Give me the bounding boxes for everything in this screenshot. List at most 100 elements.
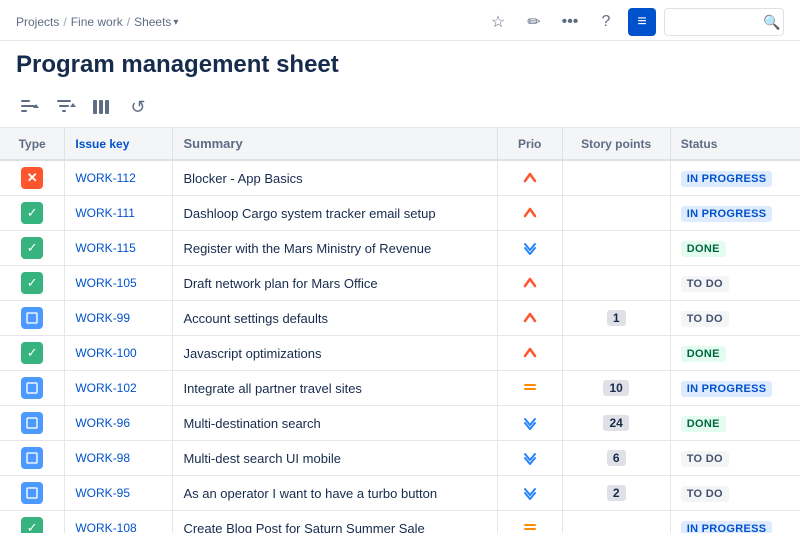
summary-cell: Integrate all partner travel sites — [173, 371, 497, 406]
status-badge: TO DO — [681, 276, 729, 292]
story-points-cell: 10 — [562, 371, 670, 406]
issue-key-cell[interactable]: WORK-111 — [65, 196, 173, 231]
top-right-actions: ☆ ✏ ••• ? ≡ 🔍 — [484, 8, 784, 36]
prio-cell — [497, 336, 562, 371]
status-cell: TO DO — [670, 266, 800, 301]
search-input[interactable] — [673, 15, 763, 29]
summary-cell: Create Blog Post for Saturn Summer Sale — [173, 511, 497, 534]
table-row[interactable]: WORK-102 Integrate all partner travel si… — [0, 371, 800, 406]
status-cell: IN PROGRESS — [670, 511, 800, 534]
summary-cell: Blocker - App Basics — [173, 160, 497, 196]
status-cell: DONE — [670, 406, 800, 441]
type-cell — [0, 301, 65, 336]
status-badge: DONE — [681, 346, 726, 362]
filter-icon[interactable] — [52, 93, 80, 121]
issue-key-cell[interactable]: WORK-102 — [65, 371, 173, 406]
table-body: ✕ WORK-112 Blocker - App Basics IN PROGR… — [0, 160, 800, 533]
table-header-row: Type Issue key Summary Prio Story points… — [0, 128, 800, 160]
prio-cell — [497, 441, 562, 476]
status-badge: TO DO — [681, 486, 729, 502]
col-story: Story points — [562, 128, 670, 160]
issue-key-cell[interactable]: WORK-99 — [65, 301, 173, 336]
prio-cell — [497, 406, 562, 441]
columns-icon[interactable] — [88, 93, 116, 121]
refresh-icon[interactable]: ↺ — [124, 93, 152, 121]
status-badge: IN PROGRESS — [681, 171, 773, 187]
table-row[interactable]: WORK-95 As an operator I want to have a … — [0, 476, 800, 511]
type-cell: ✓ — [0, 196, 65, 231]
summary-cell: Multi-destination search — [173, 406, 497, 441]
edit-icon[interactable]: ✏ — [520, 8, 548, 36]
table-row[interactable]: WORK-99 Account settings defaults 1 TO D… — [0, 301, 800, 336]
help-icon[interactable]: ? — [592, 8, 620, 36]
col-prio: Prio — [497, 128, 562, 160]
status-cell: DONE — [670, 231, 800, 266]
toolbar: ↺ — [0, 87, 800, 128]
breadcrumb: Projects / Fine work / Sheets ▾ — [16, 15, 178, 29]
table-row[interactable]: ✕ WORK-112 Blocker - App Basics IN PROGR… — [0, 160, 800, 196]
prio-cell — [497, 476, 562, 511]
breadcrumb-sep1: / — [63, 15, 66, 29]
table-wrapper: Type Issue key Summary Prio Story points… — [0, 128, 800, 533]
issue-key-cell[interactable]: WORK-96 — [65, 406, 173, 441]
prio-cell — [497, 371, 562, 406]
breadcrumb-projects[interactable]: Projects — [16, 15, 59, 29]
group-by-icon[interactable] — [16, 93, 44, 121]
story-points-cell — [562, 336, 670, 371]
issue-key-cell[interactable]: WORK-98 — [65, 441, 173, 476]
search-icon: 🔍 — [763, 14, 780, 31]
story-points-cell — [562, 266, 670, 301]
prio-cell — [497, 266, 562, 301]
issue-key-cell[interactable]: WORK-95 — [65, 476, 173, 511]
story-points-cell — [562, 160, 670, 196]
story-points-cell: 1 — [562, 301, 670, 336]
prio-cell — [497, 301, 562, 336]
table-row[interactable]: ✓ WORK-105 Draft network plan for Mars O… — [0, 266, 800, 301]
table-row[interactable]: ✓ WORK-111 Dashloop Cargo system tracker… — [0, 196, 800, 231]
star-icon[interactable]: ☆ — [484, 8, 512, 36]
status-cell: DONE — [670, 336, 800, 371]
table-row[interactable]: ✓ WORK-115 Register with the Mars Minist… — [0, 231, 800, 266]
prio-cell — [497, 160, 562, 196]
story-points-cell — [562, 511, 670, 534]
story-points-cell: 6 — [562, 441, 670, 476]
type-cell: ✕ — [0, 160, 65, 196]
col-type: Type — [0, 128, 65, 160]
search-box[interactable]: 🔍 — [664, 8, 784, 36]
status-badge: IN PROGRESS — [681, 206, 773, 222]
summary-cell: Dashloop Cargo system tracker email setu… — [173, 196, 497, 231]
type-cell — [0, 441, 65, 476]
table-row[interactable]: ✓ WORK-100 Javascript optimizations DONE — [0, 336, 800, 371]
table-row[interactable]: ✓ WORK-108 Create Blog Post for Saturn S… — [0, 511, 800, 534]
prio-cell — [497, 511, 562, 534]
table-row[interactable]: WORK-98 Multi-dest search UI mobile 6 TO… — [0, 441, 800, 476]
issue-key-cell[interactable]: WORK-100 — [65, 336, 173, 371]
story-points-cell: 24 — [562, 406, 670, 441]
issue-key-cell[interactable]: WORK-115 — [65, 231, 173, 266]
status-cell: TO DO — [670, 441, 800, 476]
summary-cell: Multi-dest search UI mobile — [173, 441, 497, 476]
breadcrumb-sep2: / — [127, 15, 130, 29]
status-cell: IN PROGRESS — [670, 196, 800, 231]
prio-cell — [497, 196, 562, 231]
status-badge: TO DO — [681, 451, 729, 467]
type-cell: ✓ — [0, 266, 65, 301]
issue-key-cell[interactable]: WORK-112 — [65, 160, 173, 196]
more-icon[interactable]: ••• — [556, 8, 584, 36]
status-badge: IN PROGRESS — [681, 381, 773, 397]
view-icon[interactable]: ≡ — [628, 8, 656, 36]
breadcrumb-finework[interactable]: Fine work — [71, 15, 123, 29]
issue-key-cell[interactable]: WORK-105 — [65, 266, 173, 301]
story-points-cell: 2 — [562, 476, 670, 511]
type-cell: ✓ — [0, 231, 65, 266]
issue-key-cell[interactable]: WORK-108 — [65, 511, 173, 534]
summary-cell: Account settings defaults — [173, 301, 497, 336]
table-row[interactable]: WORK-96 Multi-destination search 24 DONE — [0, 406, 800, 441]
status-badge: TO DO — [681, 311, 729, 327]
type-cell: ✓ — [0, 336, 65, 371]
prio-cell — [497, 231, 562, 266]
breadcrumb-sheets[interactable]: Sheets ▾ — [134, 15, 178, 29]
status-cell: TO DO — [670, 476, 800, 511]
col-key: Issue key — [65, 128, 173, 160]
chevron-down-icon: ▾ — [173, 17, 178, 28]
